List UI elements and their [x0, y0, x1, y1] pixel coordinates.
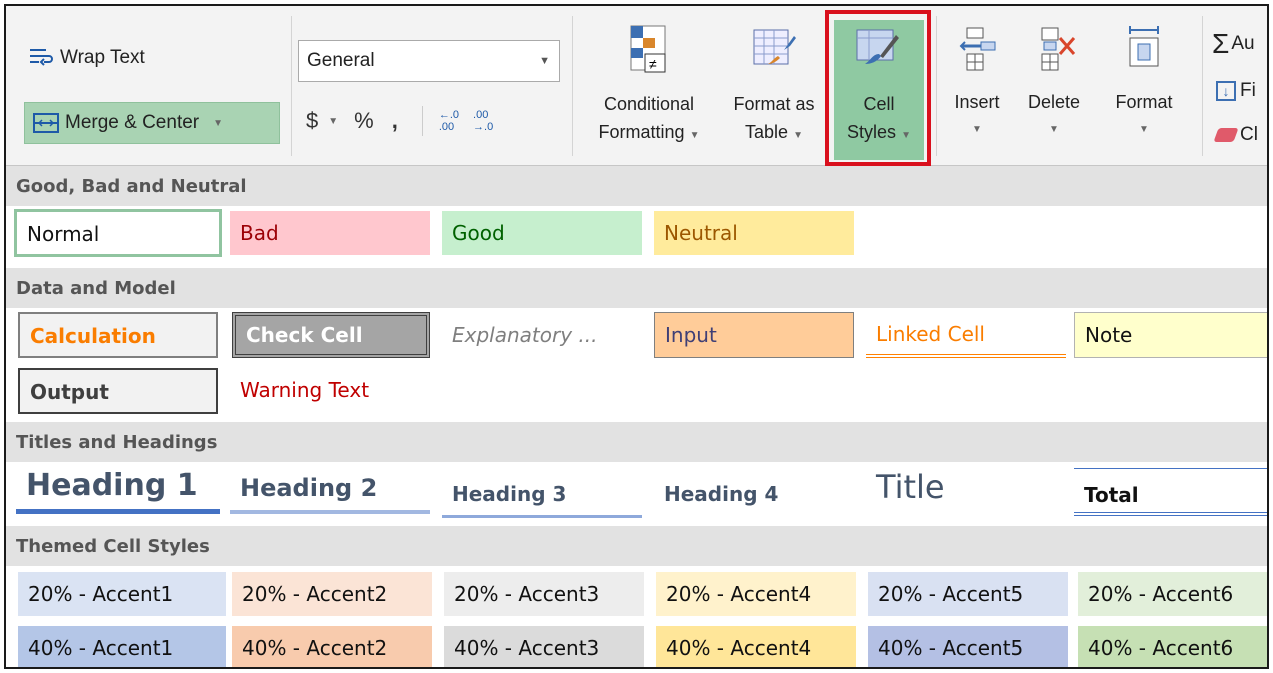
style-input[interactable]: Input	[654, 312, 854, 358]
style-total[interactable]: Total	[1074, 468, 1267, 516]
format-as-table-label-1: Format as	[733, 94, 815, 114]
format-button[interactable]: Format ▼	[1096, 24, 1192, 144]
comma-button[interactable]: ,	[392, 108, 398, 134]
style-heading-1[interactable]: Heading 1	[16, 464, 220, 514]
chevron-down-icon: ▼	[1139, 124, 1149, 135]
style-good[interactable]: Good	[442, 211, 642, 255]
fill-button[interactable]: ↓ Fi	[1216, 80, 1256, 102]
chevron-down-icon: ▼	[689, 130, 700, 141]
insert-button[interactable]: Insert ▼	[946, 24, 1008, 144]
autosum-button[interactable]: Σ Au	[1212, 28, 1255, 60]
section-header-good-bad-neutral: Good, Bad and Neutral	[6, 166, 1267, 206]
style-linked-cell[interactable]: Linked Cell	[866, 312, 1066, 358]
svg-text:≠: ≠	[649, 56, 657, 72]
format-label: Format	[1115, 92, 1173, 112]
chevron-down-icon: ▼	[793, 130, 803, 141]
group-divider	[421, 106, 423, 136]
ribbon: Wrap Text Merge & Center ▼ General ▼ $ ▼…	[6, 6, 1267, 166]
increase-decimal-top: ←.0	[438, 109, 460, 121]
clear-button[interactable]: Cl	[1213, 124, 1258, 146]
style-20-accent5[interactable]: 20% - Accent5	[868, 572, 1068, 616]
style-note[interactable]: Note	[1074, 312, 1267, 358]
clear-label: Cl	[1240, 124, 1258, 145]
highlight-annotation-box	[825, 10, 931, 166]
decrease-decimal-top: .00	[473, 109, 489, 121]
chevron-down-icon: ▼	[972, 124, 982, 135]
insert-cells-icon	[959, 27, 996, 71]
wrap-text-icon	[30, 49, 53, 66]
format-as-table-button[interactable]: Format as Table ▼	[722, 24, 826, 150]
format-as-table-label-2-wrap: Table ▼	[722, 118, 826, 150]
style-40-accent5[interactable]: 40% - Accent5	[868, 626, 1068, 667]
style-20-accent3[interactable]: 20% - Accent3	[444, 572, 644, 616]
style-20-accent6[interactable]: 20% - Accent6	[1078, 572, 1267, 616]
style-20-accent4[interactable]: 20% - Accent4	[656, 572, 856, 616]
conditional-formatting-label-2: Formatting	[598, 122, 685, 142]
style-20-accent2[interactable]: 20% - Accent2	[232, 572, 432, 616]
style-warning-text[interactable]: Warning Text	[230, 368, 430, 412]
chevron-down-icon: ▼	[1049, 124, 1059, 135]
sigma-icon: Σ	[1212, 28, 1230, 59]
autosum-label: Au	[1231, 33, 1255, 54]
format-as-table-label-2: Table	[745, 122, 789, 142]
number-format-dropdown[interactable]: General ▼	[298, 40, 560, 82]
section-header-data-model: Data and Model	[6, 268, 1267, 308]
chevron-down-icon[interactable]: ▼	[328, 116, 338, 127]
group-divider	[572, 16, 573, 156]
group-divider	[291, 16, 292, 156]
conditional-formatting-label-1: Conditional	[603, 94, 695, 114]
number-format-buttons: $ ▼ % , ←.0 .00 .00 →.0	[306, 106, 493, 136]
group-divider	[936, 16, 937, 156]
percent-button[interactable]: %	[354, 108, 374, 134]
style-check-cell[interactable]: Check Cell	[232, 312, 430, 358]
merge-center-icon	[33, 113, 59, 133]
style-bad[interactable]: Bad	[230, 211, 430, 255]
decrease-decimal-bottom: →.0	[473, 121, 494, 133]
chevron-down-icon: ▼	[539, 55, 550, 67]
wrap-text-label: Wrap Text	[60, 47, 145, 68]
style-heading-2[interactable]: Heading 2	[230, 468, 430, 514]
section-header-titles-headings: Titles and Headings	[6, 422, 1267, 462]
style-explanatory[interactable]: Explanatory ...	[442, 313, 642, 357]
style-title[interactable]: Title	[866, 466, 1066, 514]
style-heading-4[interactable]: Heading 4	[654, 472, 854, 516]
style-heading-3[interactable]: Heading 3	[442, 472, 642, 518]
format-as-table-icon	[753, 29, 796, 65]
style-20-accent1[interactable]: 20% - Accent1	[18, 572, 226, 616]
excel-window: Wrap Text Merge & Center ▼ General ▼ $ ▼…	[4, 4, 1269, 669]
conditional-formatting-button[interactable]: ≠ Conditional Formatting ▼	[584, 24, 714, 150]
fill-label: Fi	[1240, 80, 1256, 101]
style-normal[interactable]: Normal	[14, 209, 222, 257]
delete-label: Delete	[1027, 92, 1081, 112]
wrap-text-button[interactable]: Wrap Text	[28, 46, 145, 70]
format-cells-icon	[1129, 26, 1159, 67]
insert-label: Insert	[954, 92, 1000, 112]
eraser-icon	[1213, 128, 1239, 142]
style-40-accent1[interactable]: 40% - Accent1	[18, 626, 226, 667]
conditional-formatting-label-2-wrap: Formatting ▼	[584, 118, 714, 150]
chevron-down-icon[interactable]: ▼	[213, 118, 223, 129]
fill-down-icon: ↓	[1216, 81, 1236, 101]
currency-button[interactable]: $	[306, 108, 318, 134]
style-calculation[interactable]: Calculation	[18, 312, 218, 358]
increase-decimal-button[interactable]: ←.0 .00	[439, 109, 459, 133]
style-40-accent6[interactable]: 40% - Accent6	[1078, 626, 1267, 667]
style-40-accent2[interactable]: 40% - Accent2	[232, 626, 432, 667]
section-header-themed-cell-styles: Themed Cell Styles	[6, 526, 1267, 566]
increase-decimal-bottom: .00	[438, 121, 455, 133]
style-40-accent4[interactable]: 40% - Accent4	[656, 626, 856, 667]
decrease-decimal-button[interactable]: .00 →.0	[473, 109, 493, 133]
conditional-formatting-icon: ≠	[630, 25, 666, 73]
number-format-value: General	[307, 50, 375, 71]
style-neutral[interactable]: Neutral	[654, 211, 854, 255]
delete-button[interactable]: Delete ▼	[1016, 24, 1092, 144]
merge-center-button[interactable]: Merge & Center ▼	[24, 102, 280, 144]
style-40-accent3[interactable]: 40% - Accent3	[444, 626, 644, 667]
group-divider	[1202, 16, 1203, 156]
style-output[interactable]: Output	[18, 368, 218, 414]
delete-cells-icon	[1041, 27, 1076, 71]
merge-center-label: Merge & Center	[65, 112, 200, 133]
